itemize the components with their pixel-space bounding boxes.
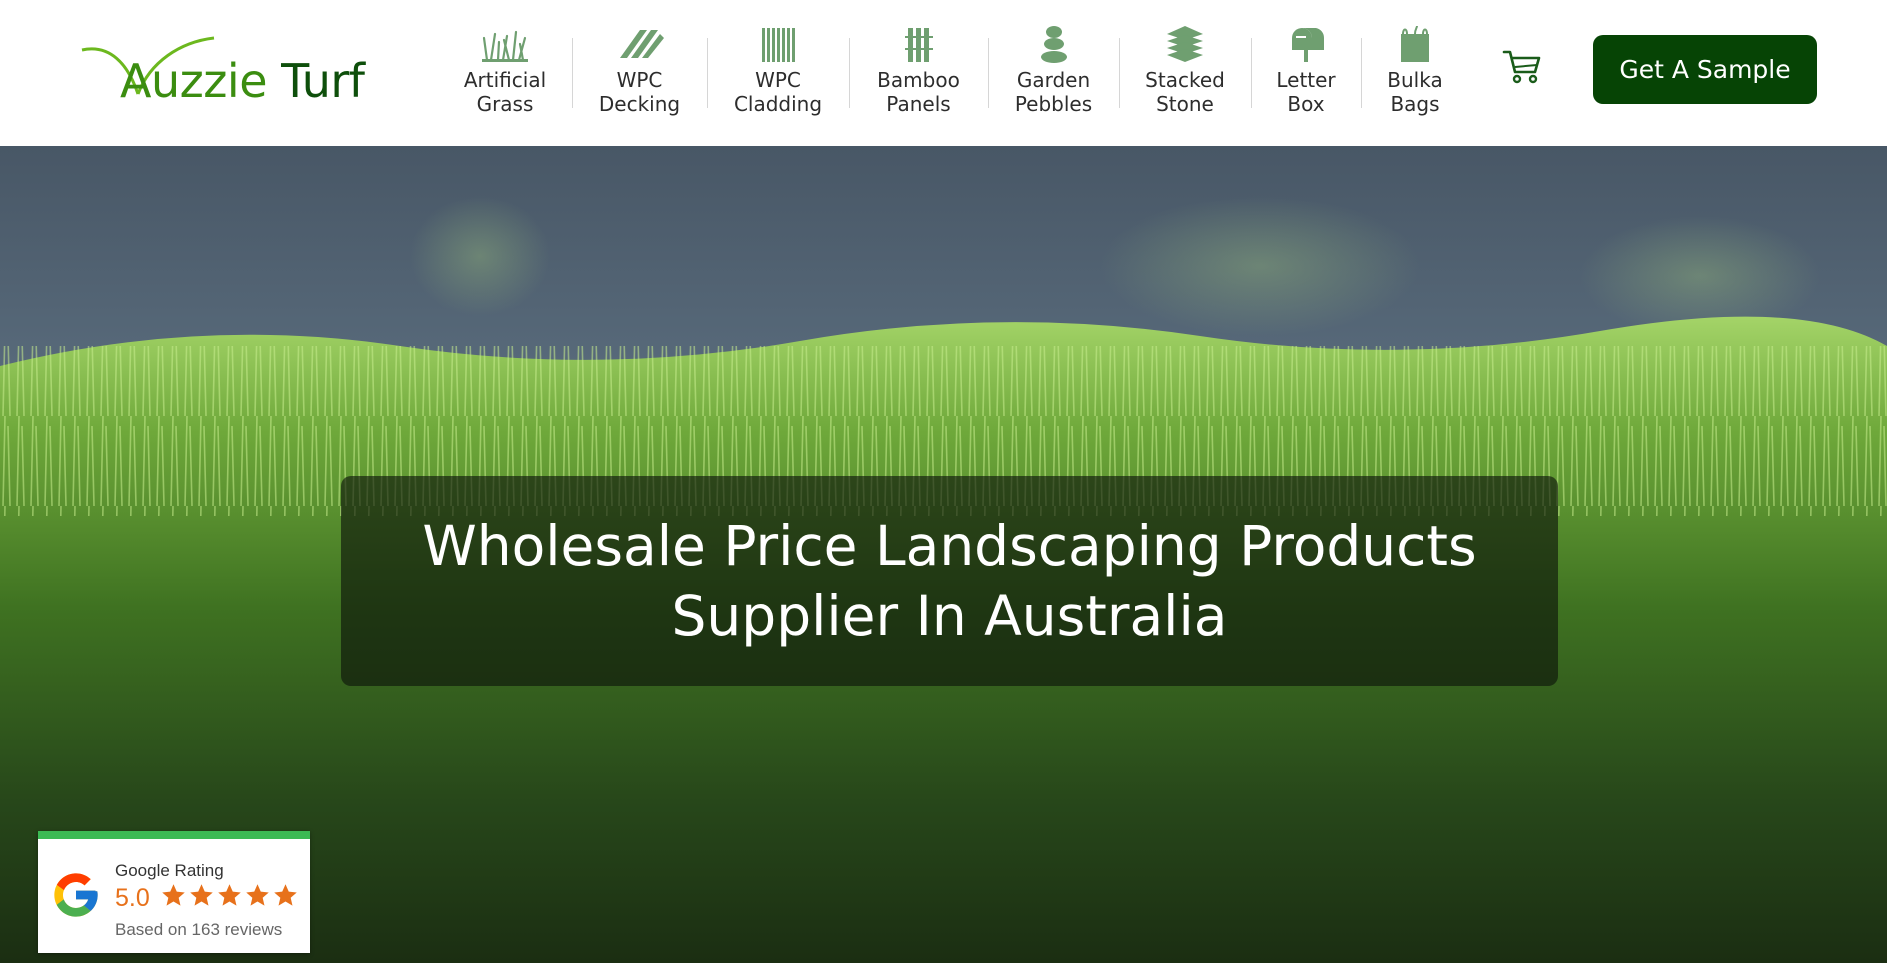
- logo-wordmark: Auzzie Turf: [120, 54, 365, 108]
- rating-stars: [160, 882, 300, 909]
- star-icon: [190, 884, 213, 906]
- nav-item-bulka-bags[interactable]: Bulka Bags: [1361, 24, 1469, 124]
- site-header: Auzzie Turf Artificial Grass WPC Decking…: [0, 0, 1887, 146]
- nav-label-wpc-cladding: WPC Cladding: [733, 68, 823, 116]
- cladding-panel-icon: [762, 28, 795, 62]
- pebbles-icon: [1040, 26, 1067, 63]
- nav-item-letter-box[interactable]: Letter Box: [1251, 24, 1361, 124]
- nav-item-wpc-decking[interactable]: WPC Decking: [572, 24, 707, 124]
- shopping-cart-icon[interactable]: [1502, 46, 1542, 86]
- nav-item-bamboo-panels[interactable]: Bamboo Panels: [849, 24, 988, 124]
- get-a-sample-button[interactable]: Get A Sample: [1593, 35, 1817, 104]
- hero-headline-line-1: Wholesale Price Landscaping Products: [422, 514, 1477, 578]
- mailbox-icon: [1292, 28, 1325, 62]
- nav-label-letter-box: Letter Box: [1276, 68, 1336, 116]
- star-icon: [218, 884, 241, 906]
- nav-label-wpc-decking: WPC Decking: [598, 68, 681, 116]
- rating-score: 5.0: [115, 884, 150, 912]
- nav-item-stacked-stone[interactable]: Stacked Stone: [1119, 24, 1251, 124]
- nav-label-stacked-stone: Stacked Stone: [1145, 68, 1225, 116]
- hero-headline: Wholesale Price Landscaping Products Sup…: [422, 511, 1476, 651]
- star-icon: [246, 884, 269, 906]
- nav-label-garden-pebbles: Garden Pebbles: [1014, 68, 1093, 116]
- google-g-icon: [54, 873, 98, 917]
- nav-item-artificial-grass[interactable]: Artificial Grass: [438, 24, 572, 124]
- nav-item-garden-pebbles[interactable]: Garden Pebbles: [988, 24, 1119, 124]
- nav-label-bulka-bags: Bulka Bags: [1387, 68, 1443, 116]
- aussie-turf-logo[interactable]: Auzzie Turf: [80, 34, 380, 110]
- bulk-bag-icon: [1401, 25, 1429, 62]
- star-icon: [274, 884, 297, 906]
- grass-icon: [482, 30, 528, 62]
- hero-headline-box: Wholesale Price Landscaping Products Sup…: [341, 476, 1558, 686]
- nav-label-bamboo-panels: Bamboo Panels: [877, 68, 960, 116]
- product-nav: Artificial Grass WPC Decking WPC Claddin…: [438, 24, 1469, 124]
- nav-item-wpc-cladding[interactable]: WPC Cladding: [707, 24, 849, 124]
- nav-label-artificial-grass: Artificial Grass: [463, 68, 547, 116]
- hero-headline-line-2: Supplier In Australia: [671, 584, 1228, 648]
- rating-title: Google Rating: [115, 861, 224, 880]
- decking-boards-icon: [619, 30, 664, 58]
- bamboo-panel-icon: [904, 28, 933, 62]
- rating-review-count: Based on 163 reviews: [115, 920, 283, 939]
- star-icon: [162, 884, 185, 906]
- google-rating-widget[interactable]: Google Rating 5.0 Based on 163 reviews: [38, 831, 310, 953]
- stacked-stone-icon: [1167, 26, 1203, 62]
